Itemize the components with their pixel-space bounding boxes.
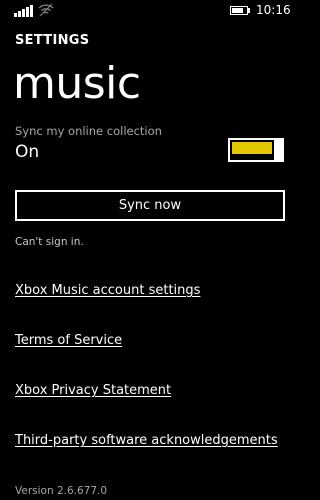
sync-collection-state: On <box>15 142 40 162</box>
signal-strength-icon <box>14 5 34 17</box>
page-title: music <box>13 58 141 109</box>
app-title: SETTINGS <box>15 33 90 48</box>
xbox-music-account-settings-link[interactable]: Xbox Music account settings <box>15 283 200 298</box>
xbox-privacy-statement-link[interactable]: Xbox Privacy Statement <box>15 383 171 398</box>
sync-collection-toggle[interactable] <box>228 138 286 162</box>
third-party-acknowledgements-link[interactable]: Third-party software acknowledgements <box>15 433 278 448</box>
version-text: Version 2.6.677.0 <box>15 485 108 497</box>
toggle-fill <box>232 142 272 154</box>
clock: 10:16 <box>256 3 291 17</box>
sync-collection-label: Sync my online collection <box>15 124 162 138</box>
terms-of-service-link[interactable]: Terms of Service <box>15 333 122 348</box>
wifi-icon <box>38 3 54 17</box>
sign-in-status: Can't sign in. <box>15 236 84 248</box>
toggle-thumb[interactable] <box>274 138 284 162</box>
status-bar: 10:16 <box>0 0 300 22</box>
battery-icon <box>230 6 250 15</box>
sync-now-button[interactable]: Sync now <box>15 190 285 221</box>
